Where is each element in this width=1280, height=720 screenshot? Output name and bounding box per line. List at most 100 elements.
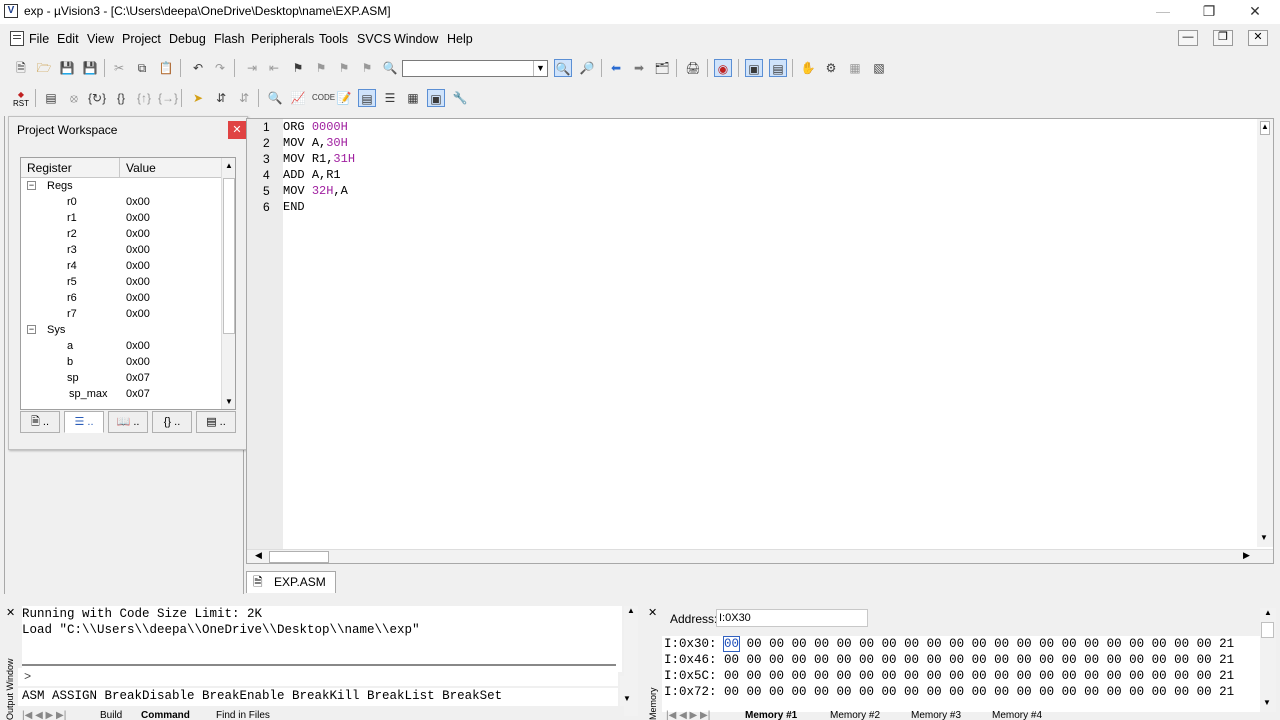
menu-help[interactable]: Help: [447, 32, 473, 46]
scroll-up-icon[interactable]: ▲: [624, 606, 638, 615]
browse-icon[interactable]: 🗂: [653, 59, 671, 77]
unindent-icon[interactable]: ⇤: [265, 59, 283, 77]
table-row[interactable]: a 0x00: [21, 339, 221, 355]
find-in-files-icon[interactable]: 🔍: [381, 59, 399, 77]
menu-file[interactable]: File: [29, 32, 49, 46]
minimize-icon[interactable]: —: [1140, 0, 1186, 24]
new-file-icon[interactable]: 🗎: [12, 59, 30, 77]
table-row[interactable]: r2 0x00: [21, 227, 221, 243]
scroll-down-icon[interactable]: ▼: [1260, 533, 1268, 542]
register-scrollbar[interactable]: ▲ ▼: [221, 158, 235, 409]
column-header-value[interactable]: Value: [126, 161, 156, 175]
scroll-thumb[interactable]: [269, 551, 329, 563]
options-icon[interactable]: ▧: [870, 59, 888, 77]
editor-file-tab[interactable]: 🗎 EXP.ASM: [246, 571, 336, 593]
tools-icon[interactable]: ⚙: [822, 59, 840, 77]
command-input[interactable]: >: [18, 668, 618, 686]
incremental-find-icon[interactable]: 🔎: [578, 59, 596, 77]
output-window-icon[interactable]: ▤: [769, 59, 787, 77]
save-all-icon[interactable]: 💾: [81, 59, 99, 77]
scroll-up-icon[interactable]: ▲: [1260, 121, 1270, 135]
memory-tab-3[interactable]: Memory #3: [911, 710, 961, 720]
scroll-down-icon[interactable]: ▼: [1263, 698, 1271, 707]
menu-view[interactable]: View: [87, 32, 114, 46]
table-row[interactable]: r5 0x00: [21, 275, 221, 291]
stop-icon[interactable]: ⦻: [65, 89, 83, 107]
editor-vertical-scrollbar[interactable]: ▲ ▼: [1257, 119, 1273, 547]
code-editor[interactable]: 123456 ORG 0000H MOV A,30H MOV R1,31H ADD A…: [246, 118, 1274, 564]
menu-project[interactable]: Project: [122, 32, 161, 46]
redo-icon[interactable]: ↷: [211, 59, 229, 77]
bookmark-prev-icon[interactable]: ⚑: [312, 59, 330, 77]
table-row[interactable]: sp 0x07: [21, 371, 221, 387]
watch-icon[interactable]: 📈: [289, 89, 307, 107]
books-tab-icon[interactable]: 📖 ..: [108, 411, 148, 433]
files-tab-icon[interactable]: 🗎 ..: [20, 411, 60, 433]
column-divider[interactable]: [119, 158, 120, 178]
back-arrow-icon[interactable]: ⬅: [607, 59, 625, 77]
column-header-register[interactable]: Register: [27, 161, 72, 175]
close-icon[interactable]: ✕: [6, 606, 15, 619]
reset-icon[interactable]: ◆ RST: [11, 90, 31, 108]
bookmark-next-icon[interactable]: ⚑: [335, 59, 353, 77]
scroll-down-icon[interactable]: ▼: [225, 397, 233, 406]
memory-tab-1[interactable]: Memory #1: [745, 710, 797, 720]
document-icon[interactable]: [10, 31, 24, 46]
run-to-cursor-icon[interactable]: {→}: [158, 89, 178, 107]
memory-tab-2[interactable]: Memory #2: [830, 710, 880, 720]
memory-scrollbar[interactable]: ▲ ▼: [1260, 608, 1276, 712]
paste-icon[interactable]: 📋: [157, 59, 175, 77]
mdi-restore-icon[interactable]: ❐: [1213, 30, 1233, 46]
table-row[interactable]: r1 0x00: [21, 211, 221, 227]
debug-session-icon[interactable]: ◉: [714, 59, 732, 77]
table-row[interactable]: r7 0x00: [21, 307, 221, 323]
serial-icon[interactable]: ☰: [381, 89, 399, 107]
show-next-statement-icon[interactable]: ➤: [189, 89, 207, 107]
disassembly-icon[interactable]: 🔍: [266, 89, 284, 107]
collapse-icon[interactable]: −: [27, 325, 36, 334]
bookmark-clear-icon[interactable]: ⚑: [358, 59, 376, 77]
cut-icon[interactable]: ✂: [110, 59, 128, 77]
forward-arrow-icon[interactable]: ➡: [630, 59, 648, 77]
logic-analyzer-icon[interactable]: ▦: [404, 89, 422, 107]
tab-navigation-icon[interactable]: |◀ ◀ ▶ ▶|: [22, 710, 66, 720]
workspace-window-icon[interactable]: ▣: [745, 59, 763, 77]
restore-icon[interactable]: ❐: [1186, 0, 1232, 24]
menu-edit[interactable]: Edit: [57, 32, 79, 46]
close-icon[interactable]: ✕: [228, 121, 246, 139]
scroll-thumb[interactable]: [223, 178, 235, 334]
memory-tab-4[interactable]: Memory #4: [992, 710, 1042, 720]
address-input[interactable]: I:0X30: [716, 609, 868, 627]
close-icon[interactable]: ✕: [1232, 0, 1278, 24]
scroll-up-icon[interactable]: ▲: [1260, 608, 1276, 617]
toolbox-icon[interactable]: 🔧: [451, 89, 469, 107]
copy-icon[interactable]: ⧉: [133, 59, 151, 77]
templates-tab-icon[interactable]: ▤ ..: [196, 411, 236, 433]
output-tab-command[interactable]: Command: [141, 710, 190, 720]
bookmark-toggle-icon[interactable]: ⚑: [289, 59, 307, 77]
indent-icon[interactable]: ⇥: [243, 59, 261, 77]
collapse-icon[interactable]: −: [27, 181, 36, 190]
step-out-icon[interactable]: {↑}: [135, 89, 153, 107]
run-icon[interactable]: ▤: [42, 89, 60, 107]
registers-tab-icon[interactable]: ☰ ..: [64, 411, 104, 433]
print-icon[interactable]: 🖨: [684, 59, 702, 77]
save-icon[interactable]: 💾: [58, 59, 76, 77]
menu-window[interactable]: Window: [394, 32, 438, 46]
scroll-left-icon[interactable]: ◀: [255, 550, 262, 561]
functions-tab-icon[interactable]: {} ..: [152, 411, 192, 433]
trace-icon[interactable]: ⇵: [212, 89, 230, 107]
mdi-close-icon[interactable]: ✕: [1248, 30, 1268, 46]
step-over-icon[interactable]: {}: [112, 89, 130, 107]
undo-icon[interactable]: ↶: [189, 59, 207, 77]
table-row[interactable]: b 0x00: [21, 355, 221, 371]
memory-grid[interactable]: I:0x30: 00 00 00 00 00 00 00 00 00 00 00…: [662, 636, 1260, 712]
symbols-window-icon[interactable]: ▣: [427, 89, 445, 107]
step-into-icon[interactable]: {↻}: [88, 89, 106, 107]
editor-horizontal-scrollbar[interactable]: ◀ ▶: [247, 549, 1273, 563]
output-tab-build[interactable]: Build: [100, 710, 122, 720]
performance-icon[interactable]: 📝: [335, 89, 353, 107]
trace-records-icon[interactable]: ⇵: [235, 89, 253, 107]
menu-peripherals[interactable]: Peripherals: [251, 32, 314, 46]
table-row[interactable]: r3 0x00: [21, 243, 221, 259]
